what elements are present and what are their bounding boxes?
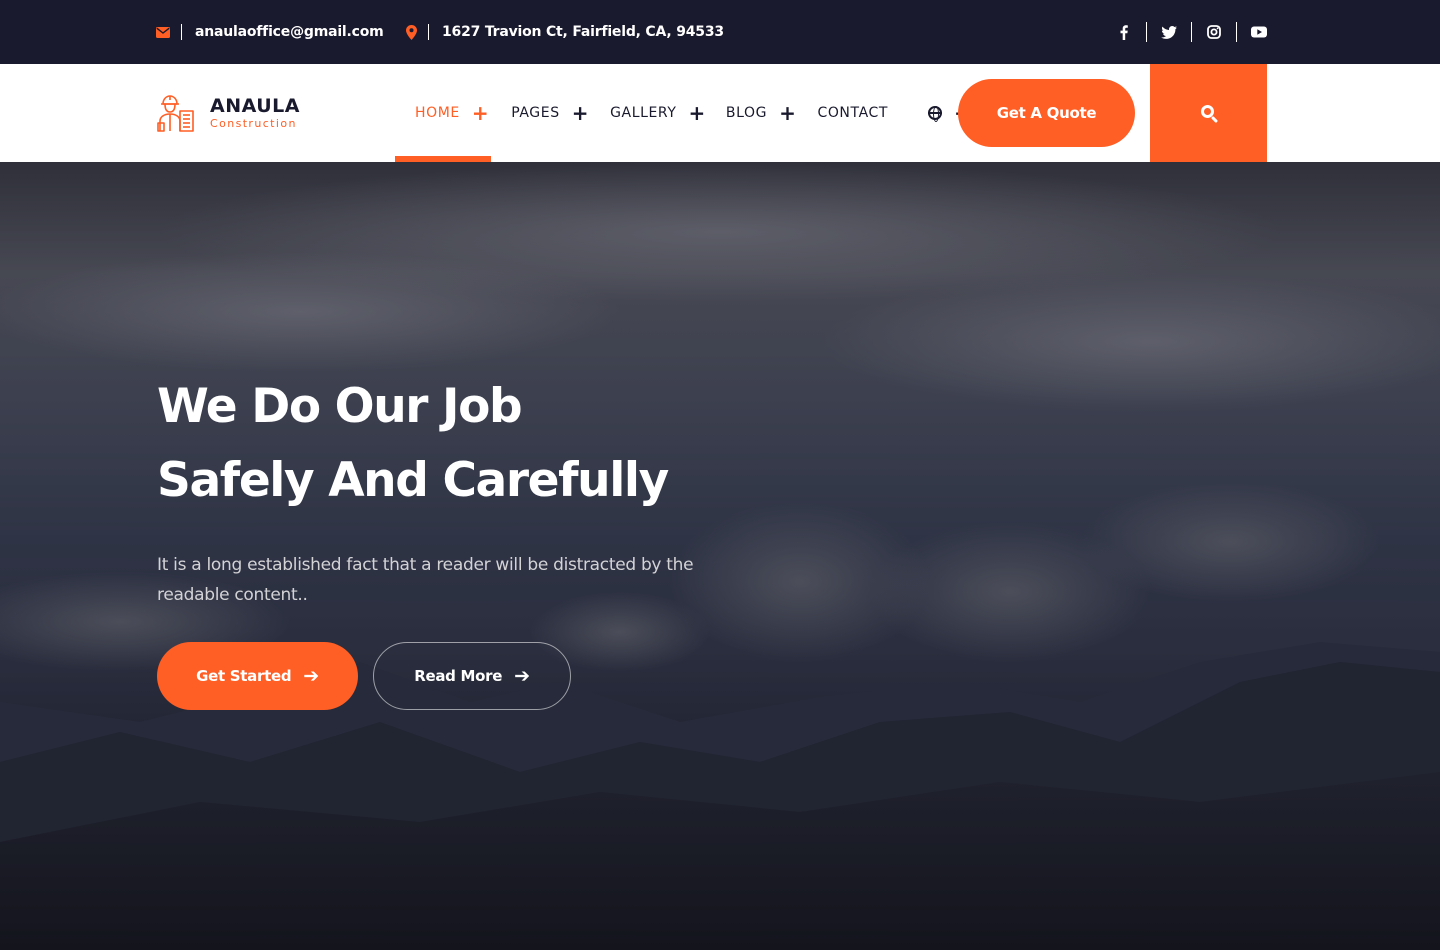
hero-title-line: Safely And Carefully [157,453,669,508]
hero-title: We Do Our Job Safely And Carefully [157,370,777,518]
arrow-right-icon: ➔ [303,664,319,687]
globe-icon [928,106,943,122]
button-label: Get Started [196,667,292,685]
contact-address: 1627 Travion Ct, Fairfield, CA, 94533 [406,0,724,64]
top-bar: anaulaoffice@gmail.com 1627 Travion Ct, … [0,0,1440,64]
instagram-icon[interactable] [1192,21,1236,43]
nav-item-label: GALLERY [610,105,677,121]
main-nav: HOME + PAGES + GALLERY + BLOG + CONTACT … [395,64,971,162]
address-text: 1627 Travion Ct, Fairfield, CA, 94533 [442,24,724,40]
divider [181,24,182,40]
email-text: anaulaoffice@gmail.com [195,24,384,40]
hero-section: We Do Our Job Safely And Carefully It is… [0,162,1440,950]
brand-text: ANAULA Construction [210,95,300,131]
nav-item-pages[interactable]: PAGES + [511,64,589,162]
get-started-button[interactable]: Get Started ➔ [157,642,358,710]
hero-actions: Get Started ➔ Read More ➔ [157,642,571,710]
map-marker-icon [406,24,417,40]
brand-logo[interactable]: ANAULA Construction [156,93,300,133]
plus-icon: + [471,101,490,125]
button-label: Read More [414,667,503,685]
nav-item-contact[interactable]: CONTACT [817,64,888,162]
nav-item-label: BLOG [725,105,768,121]
youtube-icon[interactable] [1237,21,1267,43]
envelope-icon [156,26,170,38]
main-header: ANAULA Construction HOME + PAGES + GALLE… [0,64,1440,162]
facebook-icon[interactable] [1102,21,1146,43]
nav-item-gallery[interactable]: GALLERY + [610,64,706,162]
brand-name: ANAULA [210,95,300,117]
brand-tagline: Construction [210,117,297,130]
contact-email[interactable]: anaulaoffice@gmail.com [156,0,384,64]
divider [428,24,429,40]
construction-worker-icon [157,95,194,132]
nav-item-label: HOME [415,105,460,121]
nav-item-label: PAGES [511,105,560,121]
hero-title-line: We Do Our Job [157,379,523,434]
get-quote-button[interactable]: Get A Quote [958,79,1135,147]
search-icon [1200,105,1214,118]
social-links [1102,0,1267,64]
read-more-button[interactable]: Read More ➔ [373,642,571,710]
plus-icon: + [688,101,706,125]
nav-item-home[interactable]: HOME + [395,64,492,162]
plus-icon: + [779,101,797,125]
twitter-icon[interactable] [1147,21,1191,43]
nav-item-label: CONTACT [817,105,889,121]
nav-item-blog[interactable]: BLOG + [726,64,797,162]
plus-icon: + [571,101,590,125]
arrow-right-icon: ➔ [514,664,530,687]
hero-content: We Do Our Job Safely And Carefully It is… [157,370,777,610]
hero-description: It is a long established fact that a rea… [157,555,694,605]
search-button[interactable] [1150,64,1267,162]
